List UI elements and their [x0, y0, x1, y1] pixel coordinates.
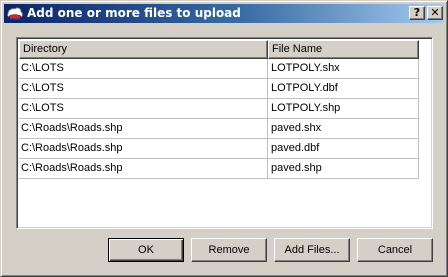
file-name-cell: paved.shx [268, 119, 419, 139]
directory-cell: C:\LOTS [19, 59, 268, 79]
upload-app-icon [6, 5, 24, 22]
cancel-button[interactable]: Cancel [357, 238, 433, 262]
file-name-cell: paved.dbf [268, 139, 419, 159]
directory-cell: C:\Roads\Roads.shp [19, 139, 268, 159]
file-name-cell: paved.shp [268, 159, 419, 179]
list-rows: C:\LOTS LOTPOLY.shx C:\LOTS LOTPOLY.dbf … [19, 59, 419, 179]
list-header: Directory File Name [19, 40, 419, 59]
file-name-cell: LOTPOLY.shp [268, 99, 419, 119]
table-row[interactable]: C:\LOTS LOTPOLY.shp [19, 99, 419, 119]
title-bar[interactable]: Add one or more files to upload ? ✕ [4, 4, 444, 23]
table-row[interactable]: C:\Roads\Roads.shp paved.dbf [19, 139, 419, 159]
file-name-cell: LOTPOLY.dbf [268, 79, 419, 99]
upload-dialog: Add one or more files to upload ? ✕ Dire… [0, 0, 448, 277]
directory-cell: C:\LOTS [19, 99, 268, 119]
column-header-file-name[interactable]: File Name [268, 40, 419, 59]
table-row[interactable]: C:\LOTS LOTPOLY.dbf [19, 79, 419, 99]
directory-cell: C:\Roads\Roads.shp [19, 159, 268, 179]
add-files-button[interactable]: Add Files... [274, 238, 350, 262]
file-list[interactable]: Directory File Name C:\LOTS LOTPOLY.shx … [16, 37, 433, 229]
ok-button[interactable]: OK [108, 238, 184, 262]
close-button[interactable]: ✕ [427, 6, 443, 20]
file-name-cell: LOTPOLY.shx [268, 59, 419, 79]
table-row[interactable]: C:\Roads\Roads.shp paved.shx [19, 119, 419, 139]
window-title: Add one or more files to upload [27, 6, 241, 20]
help-button[interactable]: ? [409, 6, 425, 20]
remove-button[interactable]: Remove [191, 238, 267, 262]
directory-cell: C:\Roads\Roads.shp [19, 119, 268, 139]
column-header-directory[interactable]: Directory [19, 40, 268, 59]
table-row[interactable]: C:\Roads\Roads.shp paved.shp [19, 159, 419, 179]
table-row[interactable]: C:\LOTS LOTPOLY.shx [19, 59, 419, 79]
directory-cell: C:\LOTS [19, 79, 268, 99]
